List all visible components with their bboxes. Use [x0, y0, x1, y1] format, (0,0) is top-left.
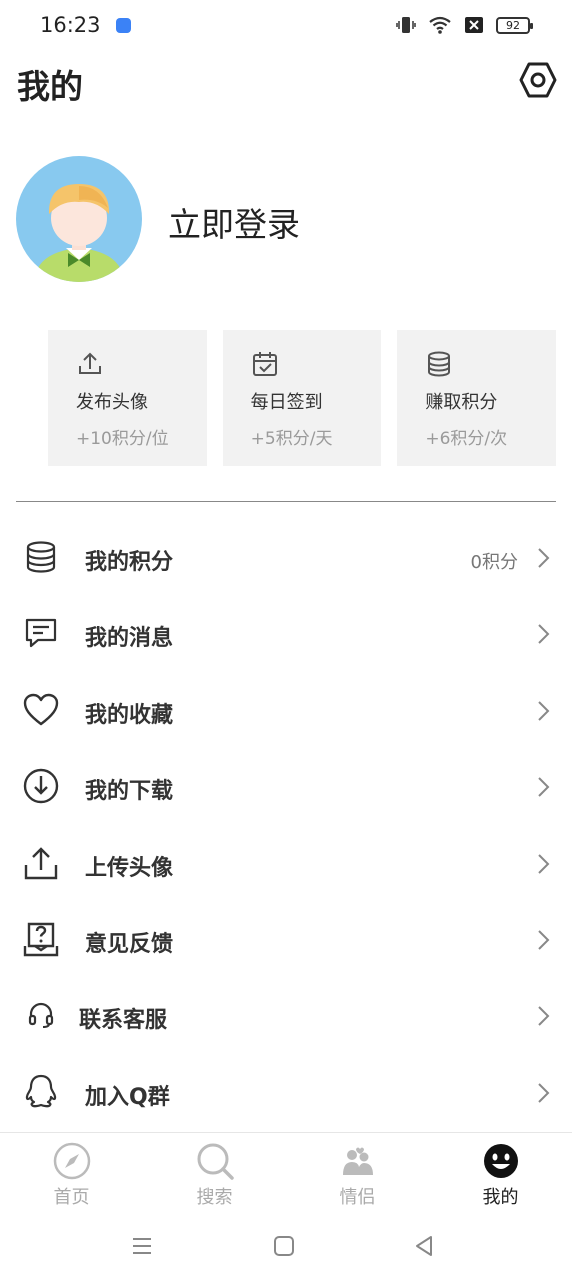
- section-divider: [16, 501, 556, 502]
- nav-tab-couple[interactable]: 情侣: [286, 1133, 429, 1212]
- card-daily-checkin[interactable]: 每日签到 +5积分/天: [222, 330, 382, 466]
- status-time: 16:23: [40, 13, 101, 37]
- database-icon: [22, 538, 60, 576]
- vibrate-icon: [396, 17, 416, 33]
- login-link[interactable]: 立即登录: [168, 198, 300, 246]
- nav-label: 我的: [482, 1187, 519, 1208]
- menu-label: 加入Q群: [85, 1084, 170, 1110]
- nav-tab-home[interactable]: 首页: [0, 1133, 143, 1212]
- feedback-icon: [22, 920, 60, 958]
- menu-label: 我的积分: [85, 550, 174, 575]
- card-title: 每日签到: [250, 392, 323, 413]
- chevron-right-icon: [538, 930, 550, 950]
- couple-icon: [342, 1147, 373, 1175]
- menu-label: 我的下载: [85, 779, 174, 805]
- smiley-icon: [483, 1144, 518, 1178]
- menu-item-my-favorites[interactable]: 我的收藏: [0, 673, 572, 749]
- menu-label: 意见反馈: [85, 931, 174, 957]
- card-earn-points[interactable]: 赚取积分 +6积分/次: [397, 330, 557, 466]
- battery-indicator: 92: [496, 16, 533, 34]
- compass-icon: [53, 1142, 90, 1180]
- nav-tab-mine[interactable]: 我的: [429, 1133, 572, 1212]
- chevron-right-icon: [538, 853, 550, 874]
- bottom-nav: 首页 搜索 情侣 我的: [0, 1132, 572, 1212]
- status-bar: 16:23 92: [0, 0, 572, 52]
- qq-icon: [22, 1073, 60, 1111]
- points-value: 0积分: [470, 552, 518, 573]
- default-avatar-icon: [16, 156, 142, 282]
- menu-item-customer-service[interactable]: 联系客服: [0, 978, 572, 1054]
- menu-label: 上传头像: [85, 855, 174, 881]
- settings-button[interactable]: [518, 60, 558, 100]
- chevron-right-icon: [538, 1083, 550, 1103]
- chevron-right-icon: [538, 1006, 550, 1027]
- chevron-right-icon: [538, 624, 550, 645]
- menu-list: 我的积分 0积分 我的消息 我的收藏 我的下载 上传头像 意见反馈 联系客服 加…: [0, 520, 572, 1131]
- nav-label: 首页: [53, 1187, 90, 1208]
- chevron-right-icon: [538, 777, 550, 797]
- nav-label: 情侣: [339, 1187, 376, 1208]
- menu-item-my-points[interactable]: 我的积分 0积分: [0, 520, 572, 596]
- wifi-icon: [429, 16, 451, 34]
- chevron-right-icon: [538, 548, 550, 568]
- card-subtitle: +5积分/天: [250, 429, 333, 449]
- menu-lines-icon[interactable]: [130, 1234, 154, 1258]
- card-subtitle: +10积分/位: [76, 429, 169, 449]
- menu-item-join-qq-group[interactable]: 加入Q群: [0, 1055, 572, 1131]
- menu-label: 联系客服: [79, 1008, 168, 1034]
- app-notification-icon: [116, 18, 131, 33]
- status-icons: 92: [396, 15, 533, 35]
- menu-item-my-downloads[interactable]: 我的下载: [0, 749, 572, 825]
- page-title: 我的: [17, 67, 83, 106]
- chevron-right-icon: [538, 701, 550, 721]
- card-title: 赚取积分: [425, 392, 498, 413]
- calendar-check-icon: [252, 352, 277, 376]
- back-triangle-icon[interactable]: [412, 1234, 436, 1258]
- settings-hexagon-icon: [519, 62, 557, 98]
- nav-label: 搜索: [196, 1187, 233, 1208]
- menu-item-my-messages[interactable]: 我的消息: [0, 596, 572, 672]
- upload-icon: [22, 844, 60, 882]
- coins-icon: [428, 351, 451, 377]
- headset-icon: [22, 996, 60, 1034]
- message-icon: [22, 614, 60, 652]
- menu-item-feedback[interactable]: 意见反馈: [0, 902, 572, 978]
- menu-label: 我的消息: [85, 626, 174, 652]
- upload-icon: [79, 352, 101, 374]
- no-sim-icon: [465, 17, 483, 33]
- quick-action-cards: 发布头像 +10积分/位 每日签到 +5积分/天 赚取积分 +6积分/次: [48, 330, 557, 466]
- heart-icon: [22, 691, 60, 729]
- system-nav-bar: [0, 1212, 572, 1280]
- card-title: 发布头像: [76, 392, 148, 413]
- menu-item-upload-avatar[interactable]: 上传头像: [0, 826, 572, 902]
- menu-label: 我的收藏: [85, 702, 174, 728]
- card-publish-avatar[interactable]: 发布头像 +10积分/位: [48, 330, 207, 466]
- card-subtitle: +6积分/次: [425, 429, 508, 449]
- download-icon: [22, 767, 60, 805]
- nav-tab-search[interactable]: 搜索: [143, 1133, 286, 1212]
- search-icon: [197, 1143, 234, 1180]
- avatar[interactable]: [16, 156, 142, 282]
- home-square-icon[interactable]: [272, 1234, 296, 1258]
